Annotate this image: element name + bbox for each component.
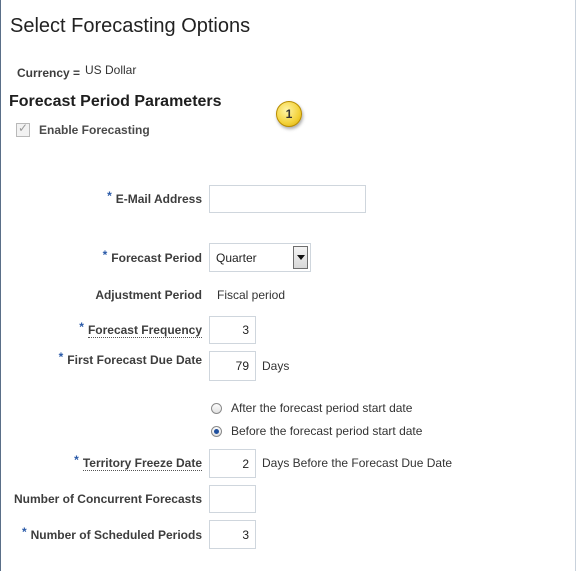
- forecast-period-value: Quarter: [216, 250, 257, 265]
- enable-forecasting-row: ✓ Enable Forecasting: [16, 121, 150, 137]
- due-date-option-before[interactable]: Before the forecast period start date: [211, 424, 422, 438]
- first-forecast-due-date-field[interactable]: 79: [209, 351, 256, 381]
- required-marker: *: [79, 320, 84, 334]
- forecast-period-label: * Forecast Period: [90, 248, 202, 265]
- currency-value: US Dollar: [85, 63, 137, 77]
- adjustment-period-value: Fiscal period: [217, 288, 286, 302]
- radio-before[interactable]: [211, 425, 222, 437]
- territory-freeze-date-field[interactable]: 2: [209, 449, 256, 478]
- forecast-period-label-text: Forecast Period: [111, 251, 202, 265]
- required-marker: *: [107, 189, 112, 203]
- first-forecast-due-date-label: * First Forecast Due Date: [50, 350, 202, 367]
- enable-forecasting-checkbox[interactable]: ✓: [16, 121, 30, 137]
- due-date-option-after[interactable]: After the forecast period start date: [211, 401, 412, 415]
- territory-freeze-date-unit: Days Before the Forecast Due Date: [262, 456, 453, 470]
- email-label-text: E-Mail Address: [115, 192, 202, 206]
- checkmark-icon: ✓: [18, 121, 29, 135]
- required-marker: *: [102, 248, 108, 262]
- dropdown-button[interactable]: [293, 246, 308, 269]
- concurrent-forecasts-field[interactable]: [209, 485, 256, 513]
- scheduled-periods-label: * Number of Scheduled Periods: [10, 525, 202, 542]
- chevron-down-icon: [296, 255, 305, 260]
- territory-freeze-date-label: * Territory Freeze Date: [60, 453, 202, 471]
- adjustment-period-label: Adjustment Period: [95, 288, 202, 302]
- radio-after[interactable]: [211, 402, 222, 414]
- scheduled-periods-label-text: Number of Scheduled Periods: [30, 528, 202, 542]
- forecast-frequency-field[interactable]: 3: [209, 316, 256, 344]
- email-field[interactable]: [209, 185, 366, 213]
- required-marker: *: [74, 453, 79, 467]
- required-marker: *: [21, 525, 27, 539]
- scheduled-periods-field[interactable]: 3: [209, 520, 256, 549]
- forecast-frequency-link[interactable]: Forecast Frequency: [87, 323, 202, 338]
- first-forecast-due-date-unit: Days: [262, 359, 290, 373]
- concurrent-forecasts-label: Number of Concurrent Forecasts: [13, 492, 202, 506]
- radio-before-label: Before the forecast period start date: [231, 424, 423, 438]
- section-title: Forecast Period Parameters: [9, 93, 222, 110]
- first-forecast-due-date-label-text: First Forecast Due Date: [67, 353, 202, 367]
- frame-left-border: [0, 0, 1, 571]
- currency-label: Currency =: [17, 66, 81, 80]
- radio-after-label: After the forecast period start date: [231, 401, 413, 415]
- forecast-period-select[interactable]: Quarter: [209, 243, 311, 272]
- callout-badge: 1: [276, 101, 302, 127]
- territory-freeze-date-link[interactable]: Territory Freeze Date: [82, 456, 202, 471]
- page-title: Select Forecasting Options: [10, 15, 251, 37]
- email-label: * E-Mail Address: [100, 189, 202, 206]
- enable-forecasting-label: Enable Forecasting: [39, 123, 150, 137]
- required-marker: *: [58, 350, 64, 364]
- forecast-frequency-label: * Forecast Frequency: [70, 320, 202, 338]
